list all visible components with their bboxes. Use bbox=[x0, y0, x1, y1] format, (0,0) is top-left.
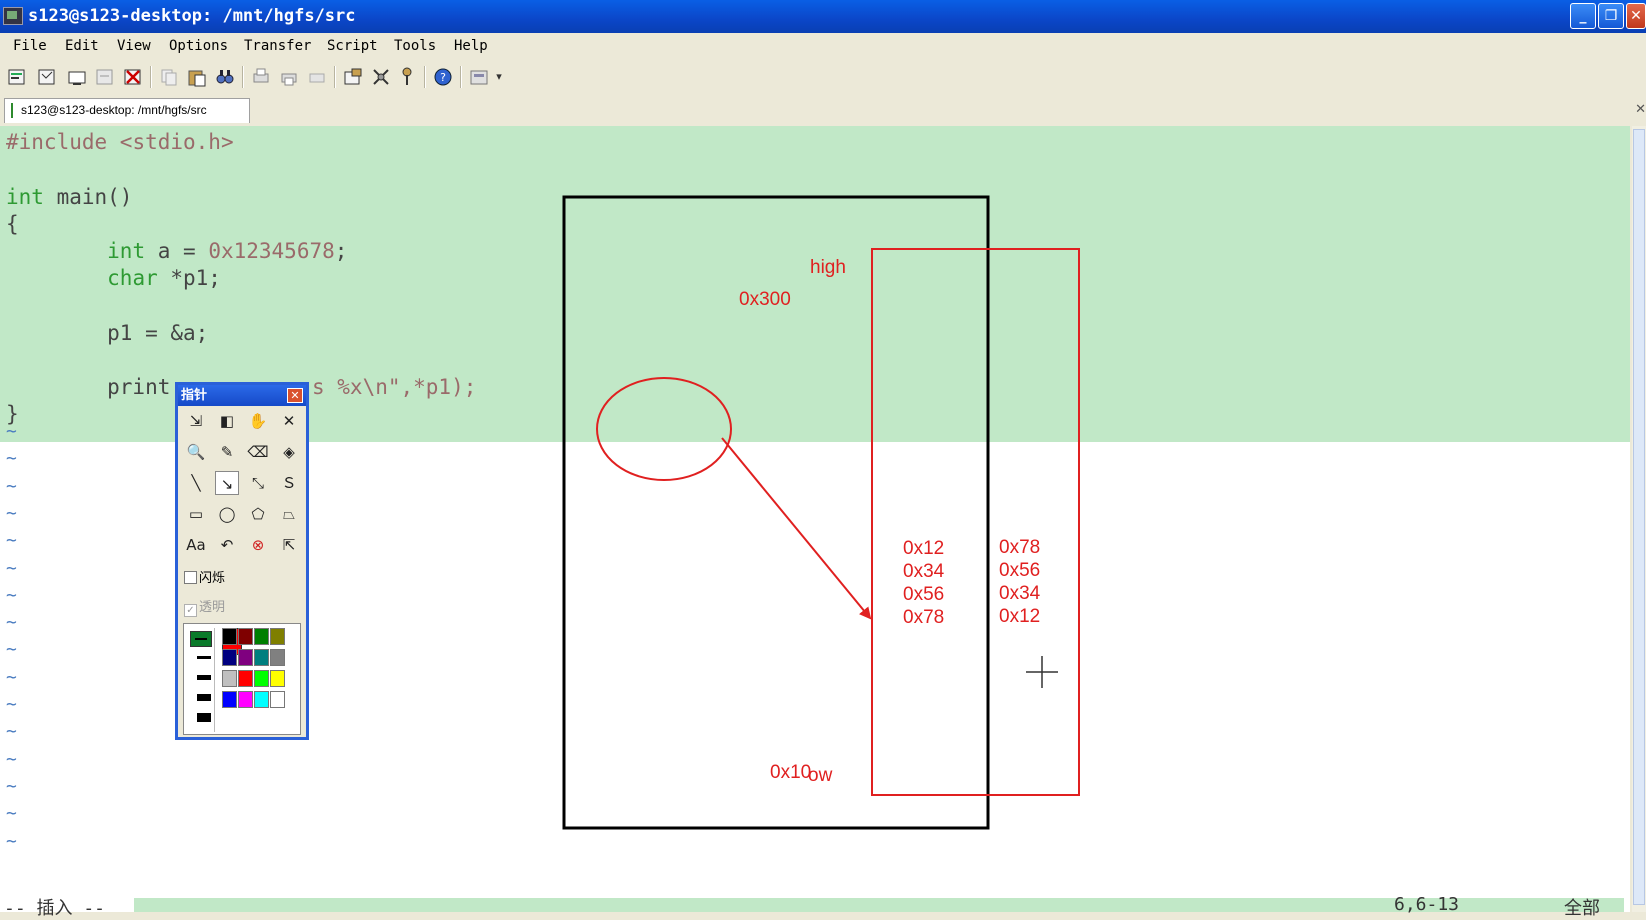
color-swatch[interactable] bbox=[254, 670, 269, 687]
color-swatch[interactable] bbox=[270, 649, 285, 666]
pointer-tool-palette[interactable]: 指针 ✕ ⇲ ◧ ✋ ✕ 🔍 ✎ ⌫ ◈ ╲ ↘ ⤡ Ｓ ▭ ◯ ⬠ ⏢ Aa ↶ ⊗ ⇱ 闪烁 ✓ 透明 bbox=[175, 382, 309, 740]
rectangle-icon[interactable]: ▭ bbox=[184, 502, 208, 526]
low-label: ow bbox=[808, 765, 833, 786]
color-swatch[interactable] bbox=[254, 691, 269, 708]
eraser-icon[interactable]: ⌫ bbox=[246, 440, 270, 464]
address-high-label: 0x300 bbox=[739, 289, 791, 310]
color-swatch[interactable] bbox=[222, 691, 237, 708]
line-width-option[interactable] bbox=[197, 713, 211, 722]
transparent-label: 透明 bbox=[199, 600, 226, 615]
address-low-label: 0x10 bbox=[770, 762, 812, 783]
byte-label: 0x12 bbox=[903, 538, 945, 559]
pencil-icon[interactable]: ✎ bbox=[215, 440, 239, 464]
color-swatch[interactable] bbox=[270, 670, 285, 687]
color-swatch[interactable] bbox=[270, 628, 285, 645]
blink-checkbox[interactable]: 闪烁 bbox=[184, 567, 225, 586]
checkbox-box[interactable] bbox=[184, 571, 197, 584]
blink-label: 闪烁 bbox=[199, 571, 226, 586]
byte-label: 0x78 bbox=[903, 607, 945, 628]
line-width-selected[interactable] bbox=[190, 631, 212, 647]
checkbox-box[interactable]: ✓ bbox=[184, 604, 197, 617]
color-swatch[interactable] bbox=[222, 670, 237, 687]
line-width-option[interactable] bbox=[197, 656, 211, 659]
high-label: high bbox=[810, 257, 846, 278]
curve-icon[interactable]: Ｓ bbox=[277, 471, 301, 495]
color-swatch[interactable] bbox=[270, 691, 285, 708]
line-icon[interactable]: ╲ bbox=[184, 471, 208, 495]
color-picker[interactable] bbox=[183, 623, 301, 735]
line-width-option[interactable] bbox=[197, 694, 211, 701]
hand-icon[interactable]: ✋ bbox=[246, 409, 270, 433]
invert-icon[interactable]: ◧ bbox=[215, 409, 239, 433]
fill-icon[interactable]: ◈ bbox=[277, 440, 301, 464]
color-swatch[interactable] bbox=[238, 628, 253, 645]
byte-label: 0x12 bbox=[999, 606, 1041, 627]
transparent-checkbox[interactable]: ✓ 透明 bbox=[184, 596, 225, 617]
crosshair-cursor bbox=[1026, 656, 1058, 688]
color-swatch[interactable] bbox=[222, 649, 237, 666]
byte-label: 0x56 bbox=[999, 560, 1041, 581]
undo-icon[interactable]: ↶ bbox=[215, 533, 239, 557]
pointer-arrow bbox=[721, 437, 872, 620]
magnifier-icon[interactable]: 🔍 bbox=[184, 440, 208, 464]
freeform-icon[interactable]: ⏢ bbox=[277, 502, 301, 526]
color-swatch[interactable] bbox=[238, 691, 253, 708]
arrow-icon[interactable]: ↘ bbox=[215, 471, 239, 495]
color-swatch[interactable] bbox=[238, 649, 253, 666]
line-width-selector[interactable] bbox=[188, 628, 215, 732]
delete-icon[interactable]: ✕ bbox=[277, 409, 301, 433]
pointer-hide-icon[interactable]: ⇱ bbox=[277, 533, 301, 557]
palette-close-button[interactable]: ✕ bbox=[287, 388, 303, 403]
color-swatch[interactable] bbox=[222, 628, 237, 645]
color-swatch[interactable] bbox=[254, 649, 269, 666]
color-swatch[interactable] bbox=[238, 670, 253, 687]
color-swatch[interactable] bbox=[254, 628, 269, 645]
line-width-option[interactable] bbox=[197, 675, 211, 680]
polygon-icon[interactable]: ⬠ bbox=[246, 502, 270, 526]
text-icon[interactable]: Aa bbox=[184, 533, 208, 557]
highlight-ellipse bbox=[596, 377, 732, 481]
byte-label: 0x34 bbox=[999, 583, 1041, 604]
byte-label: 0x78 bbox=[999, 537, 1041, 558]
ellipse-icon[interactable]: ◯ bbox=[215, 502, 239, 526]
byte-order-rect bbox=[871, 248, 1080, 796]
byte-label: 0x56 bbox=[903, 584, 945, 605]
byte-label: 0x34 bbox=[903, 561, 945, 582]
clear-icon[interactable]: ⊗ bbox=[246, 533, 270, 557]
double-arrow-icon[interactable]: ⤡ bbox=[246, 471, 270, 495]
import-icon[interactable]: ⇲ bbox=[184, 409, 208, 433]
